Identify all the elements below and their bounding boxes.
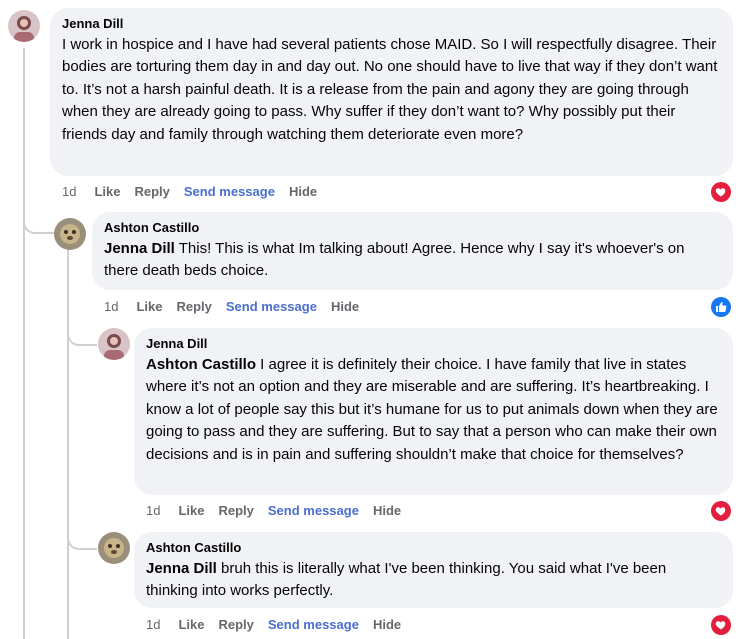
comment-actions: 1d Like Reply Send message Hide [146,615,415,635]
mention-link[interactable]: Jenna Dill [104,240,175,257]
like-button[interactable]: Like [136,299,162,314]
comment-text: I work in hospice and I have had several… [62,34,721,146]
like-button[interactable]: Like [178,617,204,632]
comment-body: bruh this is literally what I've been th… [146,560,667,600]
comment-text: Ashton Castillo I agree it is definitely… [146,354,721,466]
like-reaction-icon[interactable] [711,297,731,317]
reply-button[interactable]: Reply [218,617,253,632]
hide-button[interactable]: Hide [373,617,401,632]
comment-text: Jenna Dill This! This is what Im talking… [104,238,721,283]
avatar[interactable] [8,10,40,42]
timestamp[interactable]: 1d [62,184,76,199]
comment-author[interactable]: Jenna Dill [62,16,721,32]
reply-button[interactable]: Reply [176,299,211,314]
comment-author[interactable]: Ashton Castillo [146,540,721,556]
comment-body: I work in hospice and I have had several… [62,36,718,143]
hide-button[interactable]: Hide [373,503,401,518]
like-button[interactable]: Like [94,184,120,199]
send-message-button[interactable]: Send message [184,184,275,199]
avatar[interactable] [98,532,130,564]
mention-link[interactable]: Ashton Castillo [146,356,256,373]
like-button[interactable]: Like [178,503,204,518]
comment-actions: 1d Like Reply Send message Hide [62,182,331,202]
comment-actions: 1d Like Reply Send message Hide [104,297,373,317]
timestamp[interactable]: 1d [104,299,118,314]
comment-actions: 1d Like Reply Send message Hide [146,501,415,521]
hide-button[interactable]: Hide [331,299,359,314]
heart-reaction-icon[interactable] [711,182,731,202]
reply-bubble: Ashton Castillo Jenna Dill bruh this is … [134,532,733,608]
reply-button[interactable]: Reply [134,184,169,199]
heart-reaction-icon[interactable] [711,501,731,521]
avatar[interactable] [98,328,130,360]
reply-bubble: Jenna Dill Ashton Castillo I agree it is… [134,328,733,495]
send-message-button[interactable]: Send message [268,617,359,632]
comment-bubble: Jenna Dill I work in hospice and I have … [50,8,733,176]
reply-button[interactable]: Reply [218,503,253,518]
timestamp[interactable]: 1d [146,503,160,518]
thread-connector [23,200,55,234]
send-message-button[interactable]: Send message [268,503,359,518]
send-message-button[interactable]: Send message [226,299,317,314]
comment-body: This! This is what Im talking about! Agr… [104,240,685,280]
avatar[interactable] [54,218,86,250]
reply-bubble: Ashton Castillo Jenna Dill This! This is… [92,212,733,290]
thread-connector [67,316,97,346]
thread-connector [67,520,97,550]
thread-line [23,48,25,639]
comment-author[interactable]: Ashton Castillo [104,220,721,236]
timestamp[interactable]: 1d [146,617,160,632]
thread-line [67,248,69,639]
comment-text: Jenna Dill bruh this is literally what I… [146,558,721,603]
heart-reaction-icon[interactable] [711,615,731,635]
hide-button[interactable]: Hide [289,184,317,199]
mention-link[interactable]: Jenna Dill [146,560,217,577]
comment-author[interactable]: Jenna Dill [146,336,721,352]
